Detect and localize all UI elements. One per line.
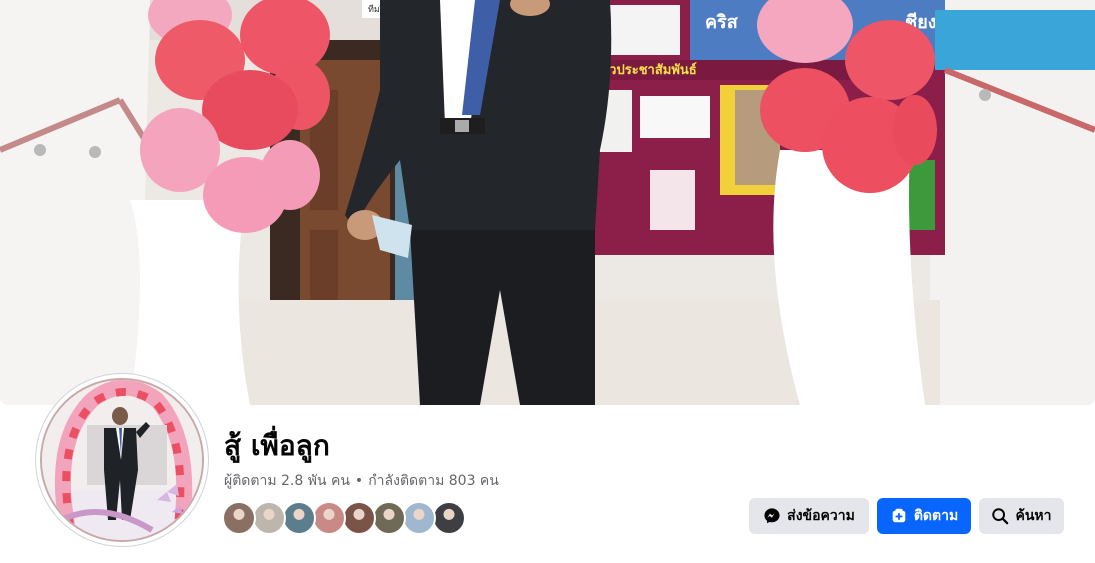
search-icon [991,507,1009,525]
follow-label: ติดตาม [913,508,959,524]
followers-count-link[interactable]: ผู้ติดตาม 2.8 พัน คน [224,473,350,489]
profile-stats: ผู้ติดตาม 2.8 พัน คน • กำลังติดตาม 803 คน [224,471,499,491]
profile-picture[interactable] [40,378,204,542]
follow-icon [890,507,908,525]
profile-picture-image [42,380,202,540]
search-button[interactable]: ค้นหา [979,498,1064,534]
follower-avatar[interactable] [432,501,466,535]
follower-avatar[interactable] [222,501,256,535]
cover-photo[interactable]: ข่าวประชาสัมพันธ์ คริส ชียงใหม่ ทีมงี/ T… [0,0,1095,405]
follower-avatar[interactable] [282,501,316,535]
cover-photo-scene: ข่าวประชาสัมพันธ์ คริส ชียงใหม่ ทีมงี/ T… [0,0,1095,405]
follower-avatar[interactable] [372,501,406,535]
follow-button[interactable]: ติดตาม [877,498,971,534]
messenger-icon [763,507,781,525]
banner-left-text: คริส [705,12,739,33]
follower-avatar[interactable] [342,501,376,535]
following-count-link[interactable]: กำลังติดตาม 803 คน [368,473,499,489]
follower-avatar[interactable] [402,501,436,535]
follower-avatar[interactable] [252,501,286,535]
stats-separator: • [354,473,364,489]
profile-name: สู้ เพื่อลูก [224,429,330,462]
send-message-label: ส่งข้อความ [787,508,855,524]
send-message-button[interactable]: ส่งข้อความ [749,498,869,534]
search-label: ค้นหา [1015,508,1052,524]
follower-avatar[interactable] [312,501,346,535]
followers-avatar-stack [222,501,466,535]
